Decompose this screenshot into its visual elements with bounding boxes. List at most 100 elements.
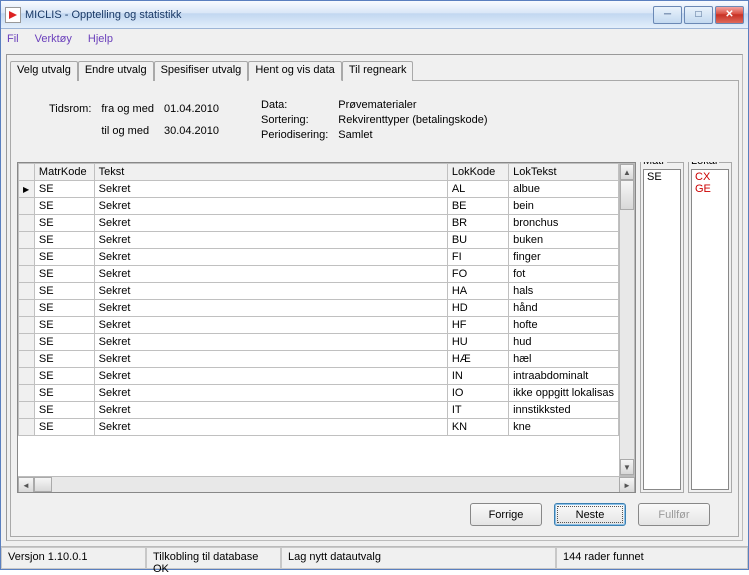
title-bar: MICLIS - Opptelling og statistikk ─ □ ✕ xyxy=(1,1,748,29)
hscroll-thumb[interactable] xyxy=(34,477,52,492)
scroll-thumb[interactable] xyxy=(620,180,634,210)
cell-lokkode: AL xyxy=(447,181,508,198)
lokal-list[interactable]: CXGE xyxy=(691,169,729,490)
cell-loktekst: bein xyxy=(509,198,619,215)
table-row[interactable]: SESekretIOikke oppgitt lokalisas xyxy=(19,385,619,402)
table-row[interactable]: SESekretBUbuken xyxy=(19,232,619,249)
row-selector[interactable] xyxy=(19,317,35,334)
cell-matrkode: SE xyxy=(34,334,94,351)
table-row[interactable]: SESekretHAhals xyxy=(19,283,619,300)
cell-lokkode: FO xyxy=(447,266,508,283)
matr-box: Matr SE xyxy=(640,162,684,493)
table-row[interactable]: SESekretFOfot xyxy=(19,266,619,283)
cell-matrkode: SE xyxy=(34,181,94,198)
row-selector[interactable] xyxy=(19,215,35,232)
tab-1[interactable]: Endre utvalg xyxy=(78,61,154,81)
row-selector[interactable] xyxy=(19,351,35,368)
data-label: Data: xyxy=(261,99,336,112)
cell-loktekst: fot xyxy=(509,266,619,283)
cell-tekst: Sekret xyxy=(94,385,447,402)
col-tekst[interactable]: Tekst xyxy=(94,164,447,181)
table-row[interactable]: SESekretHDhånd xyxy=(19,300,619,317)
cell-tekst: Sekret xyxy=(94,249,447,266)
data-grid[interactable]: MatrKode Tekst LokKode LokTekst SESekret… xyxy=(17,162,636,493)
sort-label: Sortering: xyxy=(261,114,336,127)
matr-list[interactable]: SE xyxy=(643,169,681,490)
cell-matrkode: SE xyxy=(34,283,94,300)
row-header-corner xyxy=(19,164,35,181)
row-selector[interactable] xyxy=(19,283,35,300)
row-selector[interactable] xyxy=(19,266,35,283)
menu-tools[interactable]: Verktøy xyxy=(35,33,72,45)
tab-3[interactable]: Hent og vis data xyxy=(248,61,342,81)
table-row[interactable]: SESekretHÆhæl xyxy=(19,351,619,368)
prev-button[interactable]: Forrige xyxy=(470,503,542,526)
cell-tekst: Sekret xyxy=(94,232,447,249)
table-row[interactable]: SESekretBEbein xyxy=(19,198,619,215)
fra-value: 01.04.2010 xyxy=(164,99,227,120)
cell-lokkode: HA xyxy=(447,283,508,300)
table-row[interactable]: SESekretALalbue xyxy=(19,181,619,198)
row-selector[interactable] xyxy=(19,300,35,317)
cell-matrkode: SE xyxy=(34,351,94,368)
scroll-down-icon[interactable]: ▼ xyxy=(620,459,634,475)
col-lokkode[interactable]: LokKode xyxy=(447,164,508,181)
row-selector[interactable] xyxy=(19,232,35,249)
scroll-left-icon[interactable]: ◄ xyxy=(18,477,34,493)
col-loktekst[interactable]: LokTekst xyxy=(509,164,619,181)
row-selector[interactable] xyxy=(19,249,35,266)
cell-matrkode: SE xyxy=(34,385,94,402)
cell-tekst: Sekret xyxy=(94,181,447,198)
menu-file[interactable]: Fil xyxy=(7,33,19,45)
next-button[interactable]: Neste xyxy=(554,503,626,526)
list-item[interactable]: CX xyxy=(695,171,725,183)
list-item[interactable]: SE xyxy=(647,171,677,183)
cell-tekst: Sekret xyxy=(94,300,447,317)
cell-tekst: Sekret xyxy=(94,351,447,368)
menu-help[interactable]: Hjelp xyxy=(88,33,113,45)
table-row[interactable]: SESekretINintraabdominalt xyxy=(19,368,619,385)
table-row[interactable]: SESekretKNkne xyxy=(19,419,619,436)
row-selector[interactable] xyxy=(19,385,35,402)
tab-2[interactable]: Spesifiser utvalg xyxy=(154,61,249,81)
cell-tekst: Sekret xyxy=(94,368,447,385)
lokal-label: Lokal xyxy=(689,162,719,167)
period-value: Samlet xyxy=(338,129,495,142)
cell-tekst: Sekret xyxy=(94,266,447,283)
cell-tekst: Sekret xyxy=(94,334,447,351)
cell-loktekst: hæl xyxy=(509,351,619,368)
row-selector[interactable] xyxy=(19,334,35,351)
cell-matrkode: SE xyxy=(34,368,94,385)
table-row[interactable]: SESekretHFhofte xyxy=(19,317,619,334)
cell-tekst: Sekret xyxy=(94,419,447,436)
period-label: Periodisering: xyxy=(261,129,336,142)
finish-button[interactable]: Fullfør xyxy=(638,503,710,526)
scroll-right-icon[interactable]: ► xyxy=(619,477,635,493)
tab-0[interactable]: Velg utvalg xyxy=(10,61,78,81)
row-selector[interactable] xyxy=(19,402,35,419)
col-matrkode[interactable]: MatrKode xyxy=(34,164,94,181)
table-row[interactable]: SESekretITinnstikksted xyxy=(19,402,619,419)
vertical-scrollbar[interactable]: ▲ ▼ xyxy=(619,163,635,476)
status-version: Versjon 1.10.0.1 xyxy=(1,547,146,569)
scroll-up-icon[interactable]: ▲ xyxy=(620,164,634,180)
close-button[interactable]: ✕ xyxy=(715,6,744,24)
row-selector[interactable] xyxy=(19,419,35,436)
minimize-button[interactable]: ─ xyxy=(653,6,682,24)
maximize-button[interactable]: □ xyxy=(684,6,713,24)
row-selector[interactable] xyxy=(19,181,35,198)
horizontal-scrollbar[interactable]: ◄ ► xyxy=(18,476,635,492)
fra-label: fra og med xyxy=(101,99,162,120)
table-row[interactable]: SESekretBRbronchus xyxy=(19,215,619,232)
table-row[interactable]: SESekretFIfinger xyxy=(19,249,619,266)
cell-matrkode: SE xyxy=(34,300,94,317)
cell-loktekst: albue xyxy=(509,181,619,198)
table-row[interactable]: SESekretHUhud xyxy=(19,334,619,351)
row-selector[interactable] xyxy=(19,368,35,385)
cell-matrkode: SE xyxy=(34,215,94,232)
cell-matrkode: SE xyxy=(34,232,94,249)
list-item[interactable]: GE xyxy=(695,183,725,195)
cell-loktekst: kne xyxy=(509,419,619,436)
tab-4[interactable]: Til regneark xyxy=(342,61,414,81)
row-selector[interactable] xyxy=(19,198,35,215)
